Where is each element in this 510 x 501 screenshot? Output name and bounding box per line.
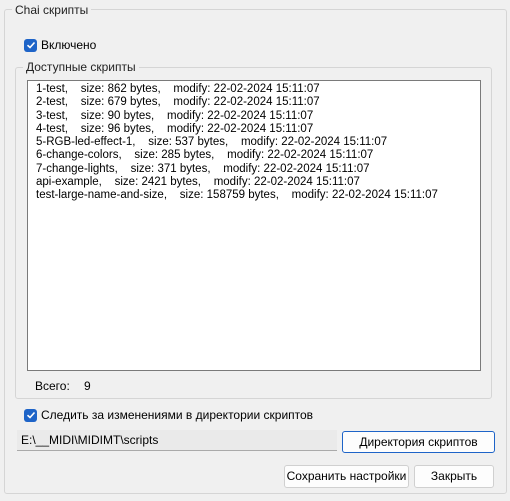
watch-label: Следить за изменениями в директории скри… bbox=[41, 408, 314, 422]
total-label: Всего: bbox=[35, 379, 70, 393]
watch-checkbox-row[interactable]: Следить за изменениями в директории скри… bbox=[24, 408, 313, 422]
script-list-item[interactable]: test-large-name-and-size, size: 158759 b… bbox=[36, 189, 480, 202]
script-list-item[interactable]: 4-test, size: 96 bytes, modify: 22-02-20… bbox=[36, 123, 480, 136]
close-button[interactable]: Закрыть bbox=[414, 465, 494, 488]
scripts-path-field[interactable]: E:\__MIDI\MIDIMT\scripts bbox=[17, 430, 337, 451]
enabled-label: Включено bbox=[41, 38, 97, 52]
available-scripts-group-title: Доступные скрипты bbox=[23, 60, 139, 74]
checkmark-icon bbox=[26, 41, 35, 49]
enabled-checkbox[interactable] bbox=[24, 38, 37, 52]
total-value: 9 bbox=[84, 379, 91, 393]
script-list-item[interactable]: api-example, size: 2421 bytes, modify: 2… bbox=[36, 176, 480, 189]
scripts-listbox[interactable]: 1-test, size: 862 bytes, modify: 22-02-2… bbox=[27, 80, 481, 371]
script-list-item[interactable]: 1-test, size: 862 bytes, modify: 22-02-2… bbox=[36, 83, 480, 96]
script-list-item[interactable]: 6-change-colors, size: 285 bytes, modify… bbox=[36, 149, 480, 162]
chai-scripts-group-title: Chai скрипты bbox=[12, 3, 92, 17]
enabled-checkbox-row[interactable]: Включено bbox=[24, 38, 96, 52]
script-list-item[interactable]: 5-RGB-led-effect-1, size: 537 bytes, mod… bbox=[36, 136, 480, 149]
save-settings-button[interactable]: Сохранить настройки bbox=[284, 465, 409, 488]
watch-checkbox[interactable] bbox=[24, 408, 37, 422]
scripts-directory-button[interactable]: Директория скриптов bbox=[342, 431, 495, 453]
script-list-item[interactable]: 3-test, size: 90 bytes, modify: 22-02-20… bbox=[36, 110, 480, 123]
script-list-item[interactable]: 2-test, size: 679 bytes, modify: 22-02-2… bbox=[36, 96, 480, 109]
checkmark-icon bbox=[26, 411, 35, 419]
script-list-item[interactable]: 7-change-lights, size: 371 bytes, modify… bbox=[36, 163, 480, 176]
